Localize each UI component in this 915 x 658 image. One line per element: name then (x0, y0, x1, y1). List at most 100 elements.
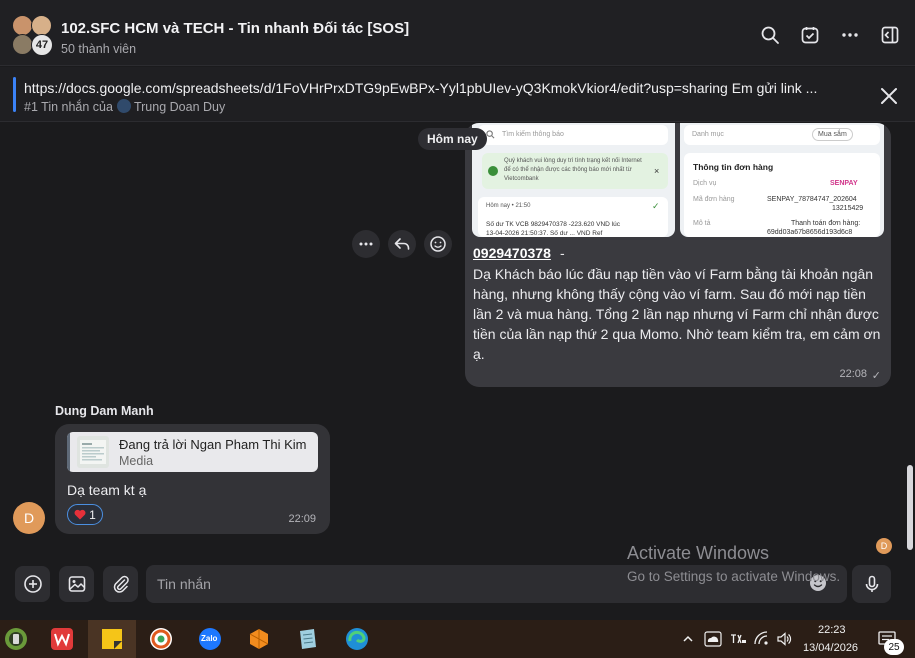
attach-file-button[interactable] (103, 566, 138, 602)
member-count[interactable]: 50 thành viên (61, 42, 136, 56)
wps-office-taskbar-icon[interactable] (48, 625, 76, 653)
network-tray-icon[interactable] (753, 625, 771, 653)
sent-check-icon: ✓ (871, 370, 881, 382)
input-method-tray-icon[interactable] (728, 625, 748, 653)
react-button[interactable] (424, 230, 452, 258)
start-button[interactable] (2, 625, 30, 653)
thumb-category-value: Mua sắm (812, 128, 853, 141)
date-divider: Hôm nay (418, 128, 487, 150)
heart-icon (74, 509, 86, 520)
activate-windows-hint: Go to Settings to activate Windows. (627, 569, 841, 584)
paperclip-icon (113, 575, 129, 593)
browser-taskbar-icon[interactable] (147, 625, 175, 653)
checklist-icon (801, 27, 819, 44)
reply-icon (394, 238, 410, 250)
zalo-taskbar-icon[interactable]: Zalo (196, 625, 224, 653)
smiley-icon (430, 236, 446, 252)
thumb-tx-line2: 13-04-2026 21:50:37. Số dư ... VND Ref (486, 230, 603, 237)
avatar (12, 34, 33, 55)
avatar[interactable]: D (13, 502, 45, 534)
thumb-order-value: SENPAY_78784747_202604 (767, 196, 857, 203)
notes-taskbar-icon[interactable] (294, 625, 322, 653)
thumb-service-value: SENPAY (830, 180, 858, 187)
thumb-tx-time: Hôm nay • 21:50 (486, 203, 531, 209)
quoted-reply-type: Media (119, 454, 154, 468)
notebook-icon (300, 629, 316, 649)
search-icon (486, 130, 495, 139)
search-icon (761, 26, 779, 44)
thumb-desc-label: Mô tả (693, 220, 711, 227)
reply-button[interactable] (388, 230, 416, 258)
volume-tray-icon[interactable] (775, 625, 793, 653)
group-avatar[interactable]: 47 (12, 15, 54, 57)
chat-header: 47 102.SFC HCM và TECH - Tin nhanh Đối t… (0, 0, 915, 66)
chat-title[interactable]: 102.SFC HCM và TECH - Tin nhanh Đối tác … (61, 20, 409, 37)
thumb-search-text: Tìm kiếm thông báo (502, 131, 564, 138)
quote-accent-bar (67, 432, 70, 472)
onedrive-tray-icon[interactable] (703, 625, 723, 653)
quoted-reply[interactable]: Đang trả lời Ngan Pham Thi Kim Media (67, 432, 318, 472)
microphone-icon (865, 575, 878, 592)
thumb-tx-line: Số dư TK VCB 9829470378 -223.620 VND lúc (486, 221, 620, 228)
thumb-service-label: Dịch vụ (693, 180, 717, 187)
thumb-order-label: Mã đơn hàng (693, 196, 735, 203)
clock-date[interactable]: 13/04/2026 (803, 642, 858, 654)
notification-count-badge: 25 (884, 639, 904, 655)
sidebar-panel-icon (881, 26, 899, 44)
phone-number-link[interactable]: 0929470378 (473, 245, 551, 261)
message-more-button[interactable] (352, 230, 380, 258)
cloud-icon (704, 631, 722, 647)
pinned-message-author: #1 Tin nhắn của Trung Doan Duy (24, 99, 225, 114)
start-logo-icon (5, 628, 27, 650)
scrollbar-thumb[interactable] (907, 465, 913, 550)
screenshot-thumbnail[interactable]: Tìm kiếm thông báo Quý khách vui lòng du… (472, 123, 675, 237)
incoming-message[interactable]: Đang trả lời Ngan Pham Thi Kim Media Dạ … (55, 424, 330, 534)
toggle-sidebar-button[interactable] (879, 24, 901, 46)
image-icon (68, 576, 85, 592)
thumb-order-value2: 13215429 (832, 205, 864, 212)
pinned-message-text[interactable]: https://docs.google.com/spreadsheets/d/1… (24, 80, 864, 96)
sticky-notes-taskbar-icon[interactable] (98, 625, 126, 653)
message-input-placeholder: Tin nhắn (157, 576, 211, 592)
voice-message-button[interactable] (852, 565, 891, 603)
keyboard-language-icon (731, 634, 746, 644)
search-button[interactable] (759, 24, 781, 46)
coc-coc-icon (150, 628, 172, 650)
chevron-up-icon (683, 635, 693, 642)
scroll-to-bottom-avatar[interactable]: D (876, 538, 892, 554)
sticky-note-icon (102, 629, 122, 649)
info-icon (488, 166, 498, 176)
clock-time[interactable]: 22:23 (818, 624, 846, 636)
avatar (116, 99, 131, 113)
add-button[interactable] (15, 566, 50, 602)
message-text: Dạ team kt ạ (67, 482, 147, 498)
close-pinned-button[interactable] (878, 85, 900, 107)
show-hidden-icons-button[interactable] (680, 625, 696, 653)
message-text: Dạ Khách báo lúc đầu nạp tiền vào ví Far… (473, 266, 881, 362)
thumb-close-mark: × (654, 166, 660, 176)
thumb-check-mark: ✓ (652, 201, 660, 211)
tasks-button[interactable] (799, 24, 821, 46)
plus-circle-icon (23, 575, 42, 593)
thumb-order-heading: Thông tin đơn hàng (693, 162, 774, 172)
message-time: 22:08 (839, 368, 867, 380)
pinned-prefix: #1 Tin nhắn của (24, 100, 113, 114)
message-time: 22:09 (288, 513, 316, 525)
screenshot-thumbnail[interactable]: Danh mục Mua sắm Thông tin đơn hàng Dịch… (680, 123, 884, 237)
send-image-button[interactable] (59, 566, 94, 602)
more-horizontal-icon (842, 33, 858, 37)
outgoing-message[interactable]: Tìm kiếm thông báo Quý khách vui lòng du… (465, 123, 891, 387)
edge-icon (346, 628, 368, 650)
wifi-icon (754, 631, 768, 645)
avatar (12, 15, 33, 36)
quoted-reply-title: Đang trả lời Ngan Pham Thi Kim (119, 437, 307, 452)
reaction-badge[interactable]: 1 (67, 504, 103, 525)
pinned-message-bar[interactable]: https://docs.google.com/spreadsheets/d/1… (0, 67, 915, 122)
app-taskbar-icon[interactable] (245, 625, 273, 653)
document-preview-icon (80, 440, 106, 464)
sender-name[interactable]: Dung Dam Manh (55, 404, 154, 418)
more-options-button[interactable] (839, 24, 861, 46)
more-horizontal-icon (359, 242, 373, 246)
edge-taskbar-icon[interactable] (343, 625, 371, 653)
image-attachments: Tìm kiếm thông báo Quý khách vui lòng du… (472, 123, 884, 237)
